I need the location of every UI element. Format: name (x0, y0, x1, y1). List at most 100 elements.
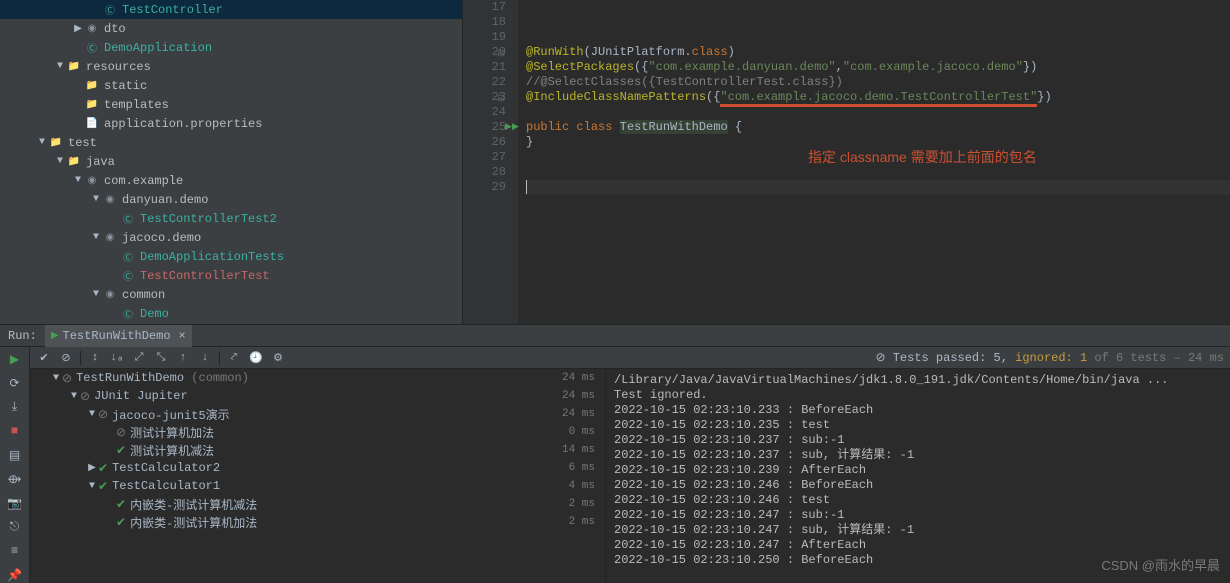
tree-item[interactable]: ⒸDemo (0, 304, 462, 323)
test-row[interactable]: ✔内嵌类-测试计算机减法2 ms (30, 495, 605, 513)
tree-item[interactable]: ▼📁test (0, 133, 462, 152)
tree-twisty[interactable]: ▼ (54, 156, 66, 167)
prev-icon[interactable]: ↑ (175, 350, 191, 366)
tree-item[interactable]: ⒸTestControllerTest2 (0, 209, 462, 228)
console-line: Test ignored. (614, 388, 1222, 403)
tree-twisty[interactable]: ▼ (90, 289, 102, 300)
run-tab-name: TestRunWithDemo (63, 329, 171, 343)
tree-twisty[interactable]: ▼ (54, 61, 66, 72)
show-passed-icon[interactable]: ✔ (36, 350, 52, 366)
tree-item[interactable]: ⒸTestControllerTest (0, 266, 462, 285)
editor-gutter: 17 18 19 20⊟ 21 22 23⊟ 24 25▶▶ 26 27 28 … (463, 0, 518, 324)
test-label: 内嵌类-测试计算机减法 (130, 496, 569, 513)
console-line: 2022-10-15 02:23:10.239 : AfterEach (614, 463, 1222, 478)
test-label: 测试计算机减法 (130, 442, 562, 459)
test-row[interactable]: ⊘测试计算机加法0 ms (30, 423, 605, 441)
toggle-auto-icon[interactable]: ⤓ (7, 399, 23, 415)
console-line: 2022-10-15 02:23:10.237 : sub, 计算结果: -1 (614, 448, 1222, 463)
expand-icon[interactable]: ⤢ (131, 350, 147, 366)
test-row[interactable]: ▼ ⊘jacoco-junit5演示24 ms (30, 405, 605, 423)
tree-item-label: DemoApplicationTests (140, 250, 284, 264)
tree-item[interactable]: 📁static (0, 76, 462, 95)
test-twisty[interactable]: ▶ (86, 462, 98, 474)
tree-item-label: templates (104, 98, 169, 112)
export-icon[interactable]: ⤤ (226, 350, 242, 366)
layout-icon[interactable]: ▤ (7, 447, 23, 463)
test-label: TestRunWithDemo (common) (76, 371, 562, 385)
test-row[interactable]: ✔测试计算机减法14 ms (30, 441, 605, 459)
tree-item[interactable]: ⒸDemoApplicationTests (0, 247, 462, 266)
tree-twisty[interactable]: ▼ (90, 232, 102, 243)
history-icon[interactable]: 🕘 (248, 350, 264, 366)
test-row[interactable]: ▼ ⊘JUnit Jupiter24 ms (30, 387, 605, 405)
sort-alpha-icon[interactable]: ↓ₐ (109, 350, 125, 366)
gear-icon[interactable]: ⚙ (270, 350, 286, 366)
test-time: 6 ms (569, 462, 605, 474)
tree-item[interactable]: ⒸTestController (0, 0, 462, 19)
show-ignored-icon[interactable]: ⊘ (58, 350, 74, 366)
tree-item[interactable]: ⒸDemoApplication (0, 38, 462, 57)
tree-item-label: common (122, 288, 165, 302)
test-twisty[interactable]: ▼ (86, 481, 98, 492)
test-row[interactable]: ▼ ⊘TestRunWithDemo (common)24 ms (30, 369, 605, 387)
tree-twisty[interactable]: ▼ (36, 137, 48, 148)
pin2-icon[interactable]: 📌 (7, 567, 23, 583)
test-row[interactable]: ▶ ✔TestCalculator26 ms (30, 459, 605, 477)
tree-item-label: java (86, 155, 115, 169)
test-twisty[interactable]: ▼ (50, 373, 62, 384)
sort-icon[interactable]: ↕ (87, 350, 103, 366)
tree-item-label: resources (86, 60, 151, 74)
rerun-icon[interactable]: ▶ (7, 351, 23, 367)
tree-item-label: TestControllerTest2 (140, 212, 277, 226)
close-icon[interactable]: × (179, 329, 186, 343)
run-gutter-icon[interactable]: ▶▶ (505, 120, 519, 135)
tree-item[interactable]: ▼📁java (0, 152, 462, 171)
run-config-tab[interactable]: ▶ TestRunWithDemo × (45, 325, 192, 347)
run-side-toolbar: ▶ ⟳ ⤓ ■ ▤ ⟴ 📷 ⎋ ≡ 📌 (0, 347, 30, 583)
test-row[interactable]: ✔内嵌类-测试计算机加法2 ms (30, 513, 605, 531)
collapse-icon[interactable]: ⤡ (153, 350, 169, 366)
dump-icon[interactable]: ≡ (7, 543, 23, 559)
tree-item[interactable]: ▼◉danyuan.demo (0, 190, 462, 209)
watermark: CSDN @雨水的早晨 (1101, 555, 1220, 574)
editor-content[interactable]: @RunWith(JUnitPlatform.class) @SelectPac… (518, 0, 1230, 324)
code-editor[interactable]: 17 18 19 20⊟ 21 22 23⊟ 24 25▶▶ 26 27 28 … (463, 0, 1230, 324)
tree-item[interactable]: ▼📁resources (0, 57, 462, 76)
run-panel-label: Run: (0, 329, 45, 343)
tree-item[interactable]: ▼◉jacoco.demo (0, 228, 462, 247)
test-row[interactable]: ▼ ✔TestCalculator14 ms (30, 477, 605, 495)
test-time: 2 ms (569, 516, 605, 528)
console-output[interactable]: /Library/Java/JavaVirtualMachines/jdk1.8… (605, 369, 1230, 583)
tree-twisty[interactable]: ▼ (72, 175, 84, 186)
exit-icon[interactable]: ⎋ (7, 519, 23, 535)
tree-item-label: test (68, 136, 97, 150)
tree-item[interactable]: ▼◉common (0, 285, 462, 304)
console-line: 2022-10-15 02:23:10.246 : BeforeEach (614, 478, 1222, 493)
console-line: 2022-10-15 02:23:10.233 : BeforeEach (614, 403, 1222, 418)
tree-item[interactable]: 📄application.properties (0, 114, 462, 133)
test-results-tree[interactable]: ▼ ⊘TestRunWithDemo (common)24 ms▼ ⊘JUnit… (30, 369, 605, 583)
rerun-failed-icon[interactable]: ⟳ (7, 375, 23, 391)
tree-item-label: com.example (104, 174, 183, 188)
pin-icon[interactable]: ⟴ (7, 471, 23, 487)
test-label: jacoco-junit5演示 (112, 406, 562, 423)
project-tree[interactable]: ⒸTestController▶◉dtoⒸDemoApplication▼📁re… (0, 0, 463, 324)
test-twisty[interactable]: ▼ (86, 409, 98, 420)
test-time: 4 ms (569, 480, 605, 492)
test-time: 0 ms (569, 426, 605, 438)
test-twisty[interactable]: ▼ (68, 391, 80, 402)
camera-icon[interactable]: 📷 (7, 495, 23, 511)
stop-icon[interactable]: ■ (7, 423, 23, 439)
tree-twisty[interactable]: ▶ (72, 23, 84, 35)
next-icon[interactable]: ↓ (197, 350, 213, 366)
test-label: 测试计算机加法 (130, 424, 569, 441)
tree-item-label: TestController (122, 3, 223, 17)
tree-item[interactable]: ▼◉com.example (0, 171, 462, 190)
tree-item[interactable]: 📁templates (0, 95, 462, 114)
test-time: 24 ms (562, 390, 605, 402)
test-label: 内嵌类-测试计算机加法 (130, 514, 569, 531)
tree-item[interactable]: ▶◉dto (0, 19, 462, 38)
tree-twisty[interactable]: ▼ (90, 194, 102, 205)
tree-item-label: dto (104, 22, 126, 36)
tree-item-label: Demo (140, 307, 169, 321)
